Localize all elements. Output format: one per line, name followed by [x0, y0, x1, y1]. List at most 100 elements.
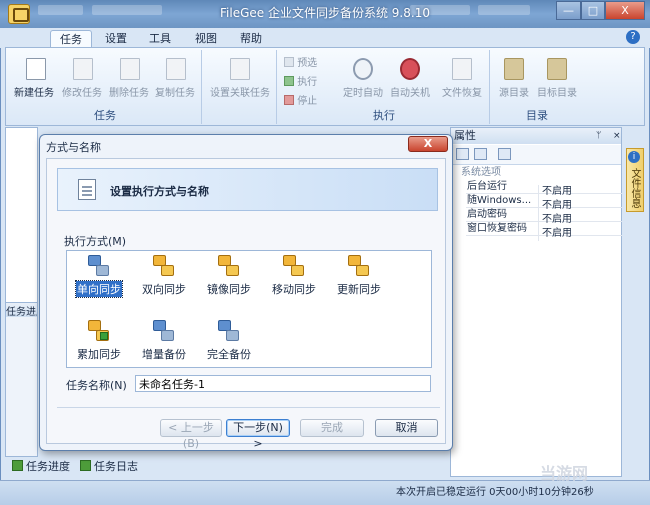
- one-way-sync-icon: [88, 255, 110, 277]
- mode-label-text: 移动同步: [272, 283, 316, 296]
- property-name: 后台运行: [467, 181, 507, 192]
- tab-tools[interactable]: 工具: [140, 30, 180, 48]
- power-icon: [400, 58, 420, 80]
- link-document-icon: [230, 58, 250, 80]
- scheduled-auto-button[interactable]: 定时自动: [340, 54, 386, 99]
- target-dir-label: 目标目录: [537, 88, 577, 99]
- delete-task-button[interactable]: 删除任务: [106, 54, 152, 99]
- progress-pane-title: 任务进度: [6, 303, 37, 317]
- property-name: 随Windows...: [467, 195, 532, 206]
- target-dir-button[interactable]: 目标目录: [534, 54, 580, 99]
- property-row[interactable]: 随Windows... 不启用: [466, 194, 622, 213]
- watermark: 当游网: [540, 464, 589, 483]
- pane-close-icon[interactable]: ×: [613, 131, 621, 141]
- stop-button[interactable]: 停止: [284, 92, 332, 107]
- file-restore-button[interactable]: 文件恢复: [439, 54, 485, 99]
- mode-label-text: 双向同步: [142, 283, 186, 296]
- tab-task[interactable]: 任务: [50, 30, 92, 48]
- pin-icon[interactable]: ᛘ: [596, 131, 601, 141]
- execute-button[interactable]: 执行: [284, 73, 332, 88]
- new-document-icon: [26, 58, 46, 80]
- tab-task-log[interactable]: 任务日志: [80, 459, 142, 475]
- mode-label-text: 累加同步: [77, 348, 121, 361]
- scheduled-auto-label: 定时自动: [343, 88, 383, 99]
- copy-task-button[interactable]: 复制任务: [152, 54, 198, 99]
- tab-view[interactable]: 视图: [186, 30, 226, 48]
- new-task-button[interactable]: 新建任务: [11, 54, 57, 99]
- mode-mirror-sync[interactable]: 镜像同步: [197, 255, 261, 305]
- cancel-button[interactable]: 取消: [375, 419, 438, 437]
- window-title: FileGee 企业文件同步备份系统 9.8.10: [220, 6, 430, 20]
- mode-move-sync[interactable]: 移动同步: [262, 255, 326, 305]
- dialog-title: 方式与名称: [46, 141, 101, 154]
- mode-incremental-backup[interactable]: 增量备份: [132, 320, 196, 370]
- list-icon[interactable]: [474, 148, 487, 160]
- document-icon: [78, 179, 96, 200]
- update-sync-icon: [348, 255, 370, 277]
- mirror-sync-icon: [218, 255, 240, 277]
- property-row[interactable]: 启动密码 不启用: [466, 208, 622, 227]
- mode-label-text: 镜像同步: [207, 283, 251, 296]
- close-button[interactable]: X: [605, 1, 645, 20]
- auto-shutdown-label: 自动关机: [390, 88, 430, 99]
- property-row[interactable]: 后台运行 不启用: [466, 180, 622, 199]
- property-pages-icon[interactable]: [498, 148, 511, 160]
- finish-button[interactable]: 完成: [300, 419, 364, 437]
- property-row[interactable]: 窗口恢复密码 不启用: [466, 222, 622, 241]
- minimize-button[interactable]: —: [556, 1, 581, 20]
- play-icon: [284, 76, 294, 86]
- auto-shutdown-button[interactable]: 自动关机: [387, 54, 433, 99]
- stop-icon: [284, 95, 294, 105]
- task-name-label: 任务名称(N): [66, 379, 127, 392]
- tab-task-progress-label: 任务进度: [26, 460, 70, 473]
- edit-task-label: 修改任务: [62, 88, 102, 99]
- new-task-label: 新建任务: [14, 88, 54, 99]
- restore-icon: [452, 58, 472, 80]
- maximize-button[interactable]: □: [581, 1, 605, 20]
- tab-help[interactable]: 帮助: [231, 30, 271, 48]
- mode-update-sync[interactable]: 更新同步: [327, 255, 391, 305]
- side-tab-label: 文件信息: [629, 168, 640, 208]
- link-task-button[interactable]: 设置关联任务: [205, 54, 275, 99]
- accumulate-sync-icon: [88, 320, 110, 342]
- source-dir-label: 源目录: [499, 88, 529, 99]
- mode-label-text: 更新同步: [337, 283, 381, 296]
- prev-button[interactable]: < 上一步(B): [160, 419, 222, 450]
- ribbon-group-label: 目录: [526, 109, 548, 122]
- copy-document-icon: [166, 58, 186, 80]
- dialog-divider: [57, 407, 440, 408]
- folder-icon: [504, 58, 524, 80]
- dialog-close-button[interactable]: X: [408, 136, 448, 152]
- mode-accumulate-sync[interactable]: 累加同步: [67, 320, 131, 370]
- ribbon-group-label: 任务: [94, 109, 116, 122]
- folder-icon: [547, 58, 567, 80]
- help-icon[interactable]: ?: [626, 30, 640, 44]
- edit-task-button[interactable]: 修改任务: [59, 54, 105, 99]
- tab-task-log-label: 任务日志: [94, 460, 138, 473]
- tab-settings[interactable]: 设置: [96, 30, 136, 48]
- property-name: 启动密码: [467, 209, 507, 220]
- file-restore-label: 文件恢复: [442, 88, 482, 99]
- mode-label-text: 完全备份: [207, 348, 251, 361]
- mode-two-way-sync[interactable]: 双向同步: [132, 255, 196, 305]
- mode-label: 执行方式(M): [64, 235, 127, 248]
- edit-document-icon: [73, 58, 93, 80]
- task-name-input[interactable]: [135, 375, 431, 392]
- two-way-sync-icon: [153, 255, 175, 277]
- preselect-button[interactable]: 预选: [284, 54, 332, 69]
- log-icon: [80, 460, 91, 471]
- clock-icon: [353, 58, 373, 80]
- categorized-icon[interactable]: [456, 148, 469, 160]
- tab-task-progress[interactable]: 任务进度: [12, 459, 74, 475]
- delete-document-icon: [120, 58, 140, 80]
- mode-full-backup[interactable]: 完全备份: [197, 320, 261, 370]
- preselect-label: 预选: [297, 58, 318, 69]
- progress-pane: [5, 302, 38, 457]
- source-dir-button[interactable]: 源目录: [494, 54, 534, 99]
- mode-one-way-sync[interactable]: 单向同步: [67, 255, 131, 305]
- incremental-backup-icon: [153, 320, 175, 342]
- property-section[interactable]: 系统选项: [451, 166, 621, 180]
- next-button[interactable]: 下一步(N) >: [226, 419, 290, 450]
- preselect-icon: [284, 57, 294, 67]
- link-task-label: 设置关联任务: [210, 88, 270, 99]
